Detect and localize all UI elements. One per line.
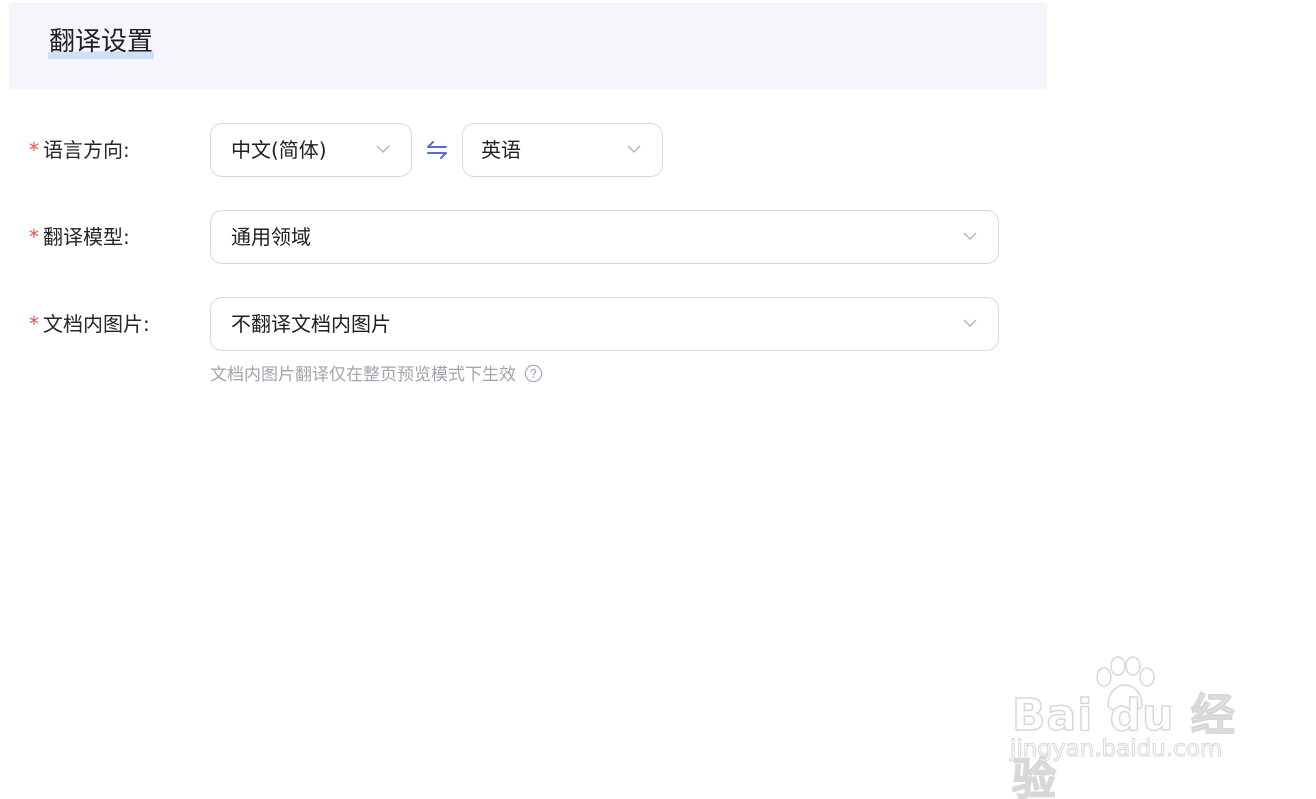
source-language-select[interactable]: 中文(简体): [210, 123, 412, 177]
swap-arrows-icon[interactable]: [425, 138, 449, 162]
baidu-jingyan-watermark: Bai du 经验 jingyan.baidu.com: [1008, 655, 1253, 799]
target-language-select[interactable]: 英语: [462, 123, 663, 177]
doc-images-hint-text: 文档内图片翻译仅在整页预览模式下生效: [210, 365, 516, 385]
language-direction-label: * 语言方向:: [29, 135, 130, 165]
translation-settings-page: 翻译设置 * 语言方向: 中文(简体) 英语 * 翻译模型: 通用领域 * 文档…: [0, 0, 1316, 799]
chevron-down-icon: [376, 145, 390, 154]
settings-header: 翻译设置: [9, 3, 1047, 89]
doc-images-value: 不翻译文档内图片: [231, 312, 391, 336]
doc-images-label: * 文档内图片:: [29, 309, 150, 339]
help-circle-icon[interactable]: [524, 364, 543, 383]
chevron-down-icon: [963, 319, 977, 328]
translation-model-label: * 翻译模型:: [29, 222, 130, 252]
required-mark: *: [29, 225, 39, 249]
watermark-url: jingyan.baidu.com: [1009, 736, 1223, 763]
target-language-value: 英语: [481, 138, 521, 162]
translation-model-value: 通用领域: [231, 225, 311, 249]
translation-model-label-text: 翻译模型:: [43, 225, 130, 249]
chevron-down-icon: [627, 145, 641, 154]
required-mark: *: [29, 312, 39, 336]
language-direction-label-text: 语言方向:: [43, 138, 130, 162]
translation-model-select[interactable]: 通用领域: [210, 210, 999, 264]
doc-images-select[interactable]: 不翻译文档内图片: [210, 297, 999, 351]
required-mark: *: [29, 138, 39, 162]
chevron-down-icon: [963, 232, 977, 241]
source-language-value: 中文(简体): [231, 138, 327, 162]
page-title: 翻译设置: [48, 25, 155, 59]
doc-images-label-text: 文档内图片:: [43, 312, 150, 336]
doc-images-hint: 文档内图片翻译仅在整页预览模式下生效: [210, 362, 543, 388]
